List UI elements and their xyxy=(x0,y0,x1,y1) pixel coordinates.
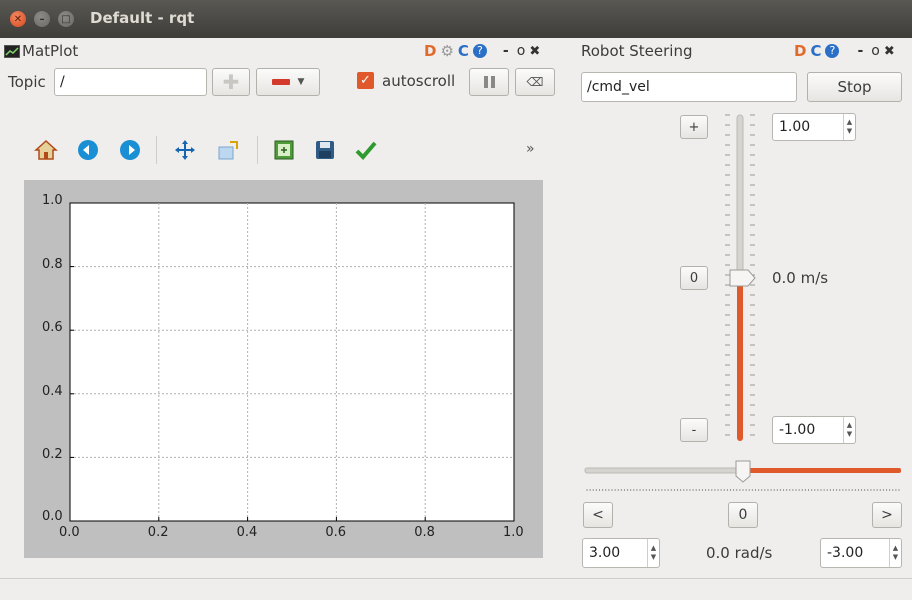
y-tick-label: 0.6 xyxy=(42,320,63,336)
min-angular-value: -3.00 xyxy=(827,545,864,561)
increase-linear-button[interactable]: + xyxy=(680,115,708,139)
help-icon[interactable]: ? xyxy=(825,44,840,58)
max-linear-value: 1.00 xyxy=(779,119,811,135)
min-angular-spinbox[interactable]: -3.00 ▲ ▼ xyxy=(820,538,902,568)
max-angular-value: 3.00 xyxy=(589,545,621,561)
x-tick-label: 0.6 xyxy=(325,525,347,540)
turn-left-button[interactable]: < xyxy=(583,502,613,528)
y-tick-label: 0.0 xyxy=(42,509,63,524)
linear-velocity-readout: 0.0 m/s xyxy=(772,269,829,287)
min-linear-spinbox[interactable]: -1.00 ▲ ▼ xyxy=(772,416,856,444)
y-tick-label: 1.0 xyxy=(42,193,63,208)
spin-arrows-icon[interactable]: ▲ ▼ xyxy=(843,114,855,140)
angular-velocity-readout: 0.0 rad/s xyxy=(706,544,773,562)
y-tick-label: 0.2 xyxy=(42,447,63,463)
min-linear-value: -1.00 xyxy=(779,422,816,438)
refresh-icon[interactable]: C xyxy=(810,42,821,60)
minimize-dock-button[interactable]: - xyxy=(857,43,863,59)
angular-slider-handle xyxy=(735,460,751,483)
close-dock-button[interactable]: ✖ xyxy=(884,44,895,59)
zero-linear-button[interactable]: 0 xyxy=(680,266,708,290)
max-linear-spinbox[interactable]: 1.00 ▲ ▼ xyxy=(772,113,856,141)
x-tick-label: 0.0 xyxy=(59,525,80,540)
turn-right-button[interactable]: > xyxy=(872,502,902,528)
linear-velocity-slider[interactable] xyxy=(715,110,767,450)
status-bar-divider xyxy=(0,578,912,579)
x-tick-label: 0.8 xyxy=(414,525,435,540)
float-dock-button[interactable]: o xyxy=(871,43,880,59)
spin-arrows-icon[interactable]: ▲ ▼ xyxy=(889,539,901,567)
cmd-vel-topic-input[interactable]: /cmd_vel xyxy=(581,72,797,102)
x-tick-label: 0.2 xyxy=(147,525,169,540)
steering-dock-controls: D C ? - o ✖ xyxy=(794,42,895,60)
max-angular-spinbox[interactable]: 3.00 ▲ ▼ xyxy=(582,538,660,568)
y-tick-label: 0.8 xyxy=(42,256,63,272)
stop-button[interactable]: Stop xyxy=(807,72,902,102)
steering-title: Robot Steering xyxy=(581,42,693,60)
x-tick-label: 1.0 xyxy=(503,525,524,540)
decrease-linear-button[interactable]: - xyxy=(680,418,708,442)
angular-velocity-slider[interactable] xyxy=(583,456,903,496)
d-icon[interactable]: D xyxy=(794,42,806,60)
x-tick-label: 0.4 xyxy=(236,525,258,540)
spin-arrows-icon[interactable]: ▲ ▼ xyxy=(843,417,855,443)
spin-arrows-icon[interactable]: ▲ ▼ xyxy=(647,539,659,567)
y-tick-label: 0.4 xyxy=(42,383,63,399)
zero-angular-button[interactable]: 0 xyxy=(728,502,758,528)
linear-slider-handle xyxy=(729,269,756,287)
